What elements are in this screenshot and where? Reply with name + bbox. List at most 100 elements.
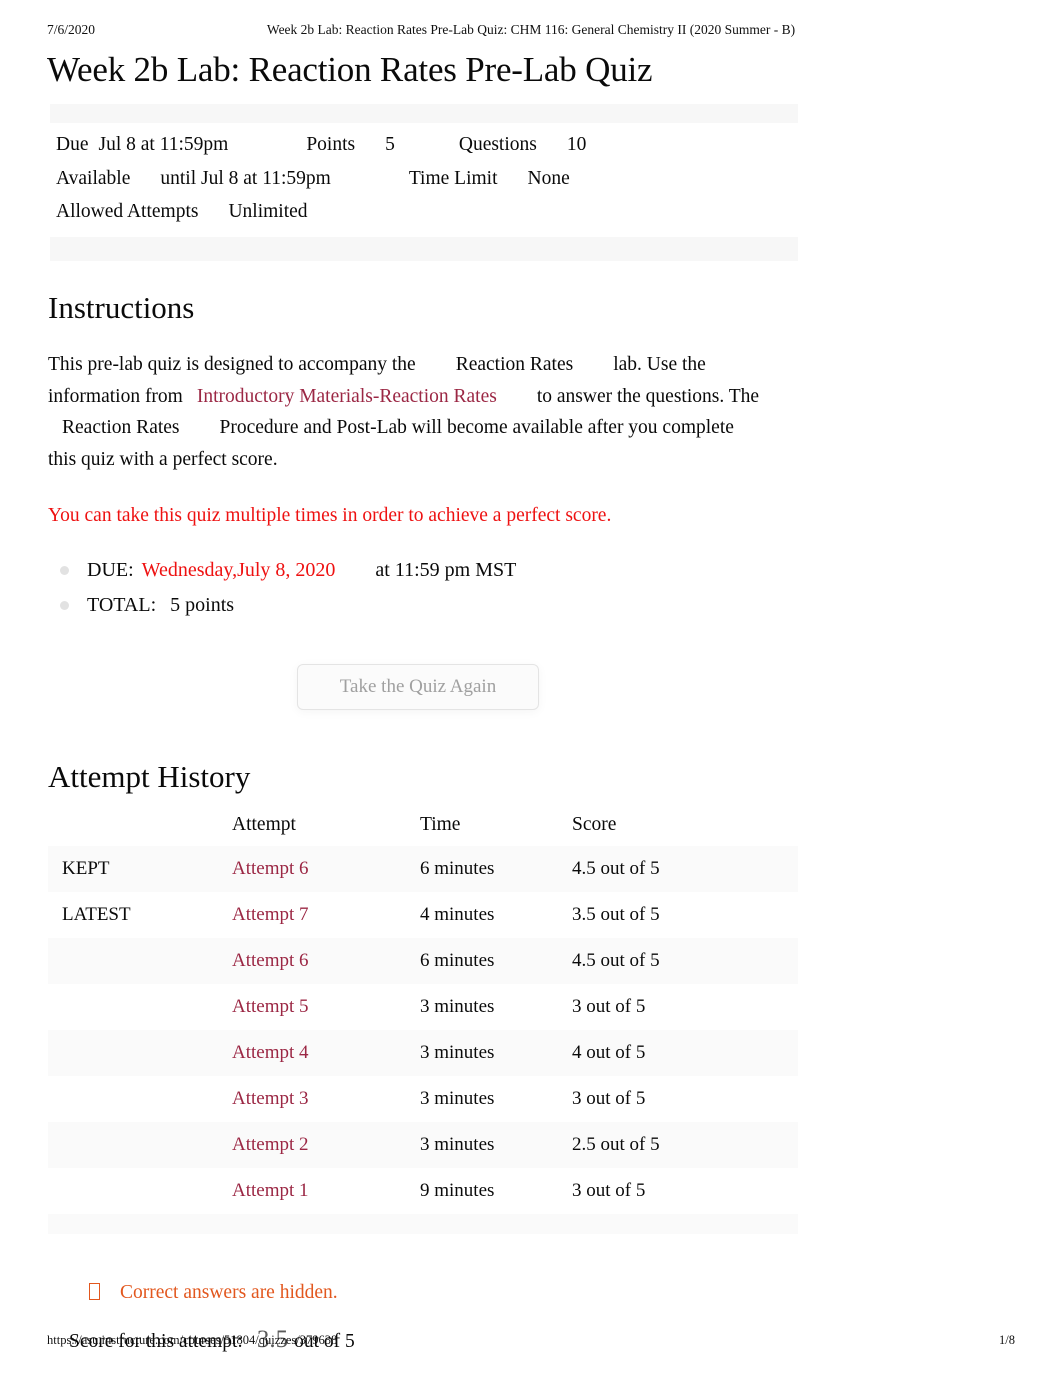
row-attempt[interactable]: Attempt 4 <box>232 1029 420 1076</box>
quiz-meta-row-available: Available until Jul 8 at 11:59pm Time Limi… <box>56 162 847 196</box>
table-row: LATEST Attempt 7 4 minutes 3.5 out of 5 <box>48 891 798 938</box>
row-score: 4.5 out of 5 <box>572 937 798 984</box>
table-row: KEPT Attempt 6 6 minutes 4.5 out of 5 <box>48 845 798 892</box>
meta-band-top-strip <box>50 104 798 124</box>
hidden-answers-notice: Correct answers are hidden. <box>89 1282 847 1304</box>
bullet-total-label: TOTAL: <box>87 594 157 617</box>
table-row: Attempt 6 6 minutes 4.5 out of 5 <box>48 937 798 984</box>
due-label: Due <box>56 134 89 156</box>
table-row: Attempt 3 3 minutes 3 out of 5 <box>48 1075 798 1122</box>
quiz-action-row: Take the Quiz Again <box>47 663 847 738</box>
quiz-meta-row-attempts: Allowed Attempts Unlimited <box>56 195 847 229</box>
attempt-link[interactable]: Attempt 7 <box>232 904 309 925</box>
row-score: 2.5 out of 5 <box>572 1121 798 1168</box>
row-status <box>48 937 232 984</box>
retake-note: You can take this quiz multiple times in… <box>48 505 612 527</box>
meta-band-bottom-strip <box>50 236 798 261</box>
bullet-due-time: at 11:59 pm MST <box>375 558 517 581</box>
row-attempt[interactable]: Attempt 1 <box>232 1167 420 1214</box>
instructions-text-1: This pre-lab quiz is designed to accompa… <box>48 353 416 375</box>
row-status: LATEST <box>48 891 232 938</box>
row-attempt[interactable]: Attempt 3 <box>232 1075 420 1122</box>
row-score: 4 out of 5 <box>572 1029 798 1076</box>
instructions-lab-name-1: Reaction Rates <box>455 353 574 375</box>
attempt-history-header-row: Attempt Time Score <box>48 812 798 846</box>
attempt-link[interactable]: Attempt 2 <box>232 1134 309 1155</box>
row-score: 3 out of 5 <box>572 1167 798 1214</box>
quiz-print-page: 7/6/2020 Week 2b Lab: Reaction Rates Pre… <box>0 0 1062 1377</box>
attempt-history-thead: Attempt Time Score <box>48 812 798 846</box>
page-title: Week 2b Lab: Reaction Rates Pre-Lab Quiz <box>47 50 653 89</box>
attempt-history-heading: Attempt History <box>48 758 251 794</box>
hidden-answers-text: Correct answers are hidden. <box>120 1281 338 1303</box>
row-status <box>48 1029 232 1076</box>
row-attempt[interactable]: Attempt 7 <box>232 891 420 938</box>
questions-label: Questions <box>458 134 537 156</box>
column-header-time: Time <box>420 813 461 835</box>
attempt-link[interactable]: Attempt 6 <box>232 950 309 971</box>
row-score: 3 out of 5 <box>572 983 798 1030</box>
bullet-total-points: 5 points <box>170 594 235 617</box>
row-status <box>48 1075 232 1122</box>
missing-glyph-box-icon <box>89 1282 100 1300</box>
row-status <box>48 1167 232 1214</box>
row-time: 6 minutes <box>420 845 572 892</box>
quiz-meta-row-due: Due Jul 8 at 11:59pm Points 5 Questions 10 <box>56 128 847 162</box>
table-row: Attempt 2 3 minutes 2.5 out of 5 <box>48 1121 798 1168</box>
table-row: Attempt 1 9 minutes 3 out of 5 <box>48 1167 798 1214</box>
column-header-attempt: Attempt <box>232 813 296 835</box>
instructions-heading: Instructions <box>48 289 195 325</box>
attempt-table-tail-strip-2 <box>48 1233 798 1256</box>
row-status: KEPT <box>48 845 232 892</box>
table-row: Attempt 5 3 minutes 3 out of 5 <box>48 983 798 1030</box>
row-time: 3 minutes <box>420 1121 572 1168</box>
row-attempt[interactable]: Attempt 6 <box>232 845 420 892</box>
print-footer: https://asu.instructure.com/courses/5180… <box>0 1333 1062 1351</box>
row-status <box>48 983 232 1030</box>
points-value: 5 <box>385 134 395 156</box>
take-quiz-again-button[interactable]: Take the Quiz Again <box>297 663 539 710</box>
table-row: Attempt 4 3 minutes 4 out of 5 <box>48 1029 798 1076</box>
questions-value: 10 <box>566 134 587 156</box>
print-header-title: Week 2b Lab: Reaction Rates Pre-Lab Quiz… <box>266 22 796 37</box>
introductory-materials-link[interactable]: Introductory Materials-Reaction Rates <box>197 386 497 407</box>
row-time: 3 minutes <box>420 1075 572 1122</box>
row-attempt[interactable]: Attempt 2 <box>232 1121 420 1168</box>
quiz-meta-rows: Due Jul 8 at 11:59pm Points 5 Questions 10 Av… <box>47 123 847 229</box>
attempt-history-table: Attempt Time Score KEPT Attempt 6 6 minu… <box>48 812 798 1214</box>
row-time: 9 minutes <box>420 1167 572 1214</box>
row-time: 3 minutes <box>420 983 572 1030</box>
available-value: until Jul 8 at 11:59pm <box>160 167 331 189</box>
main-content: Week 2b Lab: Reaction Rates Pre-Lab Quiz… <box>47 50 847 1354</box>
time-limit-label: Time Limit <box>408 167 498 189</box>
attempt-table-tail-strip <box>48 1213 798 1234</box>
attempt-link[interactable]: Attempt 1 <box>232 1180 309 1201</box>
print-page-number: 1/8 <box>999 1333 1015 1347</box>
time-limit-value: None <box>527 167 570 189</box>
attempt-link[interactable]: Attempt 6 <box>232 858 309 879</box>
column-header-status <box>48 812 232 846</box>
row-time: 3 minutes <box>420 1029 572 1076</box>
bullet-total: TOTAL: 5 points <box>52 588 847 624</box>
column-header-score: Score <box>572 813 617 835</box>
row-time: 4 minutes <box>420 891 572 938</box>
attempt-history-tbody: KEPT Attempt 6 6 minutes 4.5 out of 5 LA… <box>48 845 798 1214</box>
row-attempt[interactable]: Attempt 6 <box>232 937 420 984</box>
row-score: 3.5 out of 5 <box>572 891 798 938</box>
bullet-due: DUE: Wednesday,July 8, 2020 at 11:59 pm MS… <box>52 553 847 589</box>
points-label: Points <box>306 134 356 156</box>
bullet-due-label: DUE: <box>87 558 134 581</box>
instructions-bullet-list: DUE: Wednesday,July 8, 2020 at 11:59 pm MS… <box>52 553 847 624</box>
due-value: Jul 8 at 11:59pm <box>98 134 229 156</box>
attempt-link[interactable]: Attempt 5 <box>232 996 309 1017</box>
print-url: https://asu.instructure.com/courses/5180… <box>47 1333 338 1347</box>
attempt-link[interactable]: Attempt 3 <box>232 1088 309 1109</box>
bullet-due-date: Wednesday,July 8, 2020 <box>141 558 336 581</box>
allowed-attempts-label: Allowed Attempts <box>56 201 199 223</box>
row-score: 4.5 out of 5 <box>572 845 798 892</box>
row-time: 6 minutes <box>420 937 572 984</box>
row-score: 3 out of 5 <box>572 1075 798 1122</box>
attempt-link[interactable]: Attempt 4 <box>232 1042 309 1063</box>
row-attempt[interactable]: Attempt 5 <box>232 983 420 1030</box>
row-status <box>48 1121 232 1168</box>
